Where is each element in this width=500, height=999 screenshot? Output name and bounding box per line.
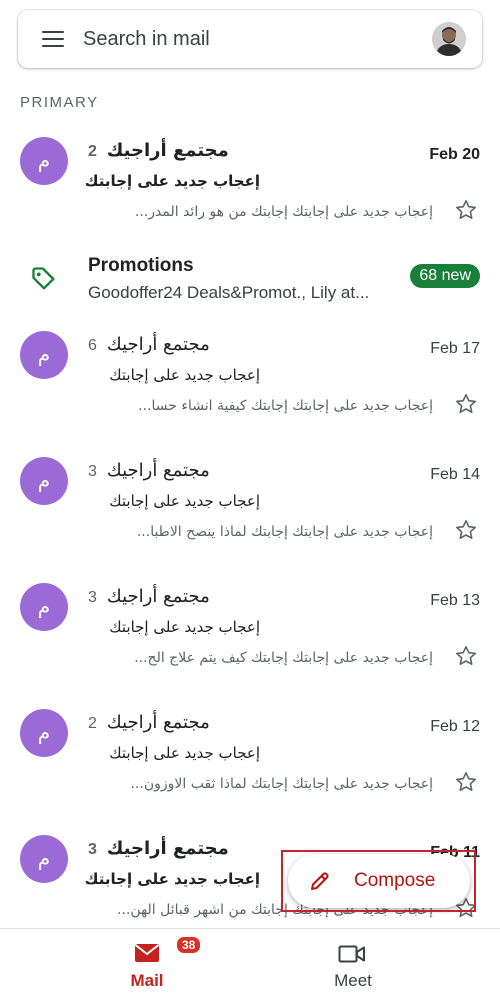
sender-avatar[interactable]: م — [20, 137, 68, 185]
email-snippet: إعجاب جديد على إجابتك إجابتك لماذا ثقب ا… — [130, 776, 433, 792]
star-icon[interactable] — [454, 518, 478, 542]
video-camera-icon — [338, 945, 365, 963]
sender-label: مجتمع أراجيك — [106, 460, 210, 481]
account-avatar[interactable] — [432, 22, 466, 56]
nav-meet-label: Meet — [334, 971, 372, 990]
email-date: Feb 17 — [430, 340, 480, 357]
mail-icon — [134, 944, 160, 962]
search-input[interactable]: Search in mail — [83, 28, 210, 51]
sender-label: مجتمع أراجيك — [106, 838, 229, 859]
star-icon[interactable] — [454, 392, 478, 416]
sender-avatar[interactable]: م — [20, 835, 68, 883]
promotions-title: Promotions — [88, 255, 194, 276]
email-subject: إعجاب جديد على إجابتك — [109, 618, 260, 636]
sender-avatar[interactable]: م — [20, 583, 68, 631]
email-subject: إعجاب جديد على إجابتك — [84, 172, 260, 190]
promotions-senders: Goodoffer24 Deals&Promot., Lily at... — [88, 283, 370, 302]
compose-button[interactable]: Compose — [288, 854, 470, 908]
promotions-new-badge: 68 new — [410, 264, 480, 288]
email-date: Feb 12 — [430, 718, 480, 735]
email-row[interactable]: م 2 مجتمع أراجيك Feb 20 إعجاب جديد على إج… — [0, 128, 500, 253]
sender-avatar[interactable]: م — [20, 331, 68, 379]
sender-name: 6 مجتمع أراجيك — [88, 334, 210, 355]
email-date: Feb 20 — [429, 146, 480, 163]
sender-name: 3 مجتمع أراجيك — [88, 460, 210, 481]
email-date: Feb 13 — [430, 592, 480, 609]
sender-label: مجتمع أراجيك — [106, 140, 229, 161]
email-snippet: إعجاب جديد على إجابتك إجابتك كيف يتم علا… — [134, 650, 433, 666]
email-row[interactable]: م 6 مجتمع أراجيك Feb 17 إعجاب جديد على إج… — [0, 322, 500, 447]
sender-avatar[interactable]: م — [20, 457, 68, 505]
sender-avatar[interactable]: م — [20, 709, 68, 757]
email-snippet: إعجاب جديد على إجابتك إجابتك كيفية انشاء… — [138, 398, 433, 414]
sender-name: 3 مجتمع أراجيك — [88, 838, 229, 859]
sender-name: 2 مجتمع أراجيك — [88, 712, 210, 733]
email-row[interactable]: م 3 مجتمع أراجيك Feb 13 إعجاب جديد على إج… — [0, 574, 500, 699]
pencil-icon — [311, 872, 329, 890]
compose-label: Compose — [354, 870, 436, 891]
search-bar[interactable]: Search in mail — [18, 10, 482, 68]
email-date: Feb 14 — [430, 466, 480, 483]
email-snippet: إعجاب جديد على إجابتك إجابتك من هو رائد … — [134, 204, 433, 220]
email-row[interactable]: م 3 مجتمع أراجيك Feb 14 إعجاب جديد على إج… — [0, 448, 500, 573]
hamburger-menu-icon[interactable] — [42, 31, 64, 47]
email-row[interactable]: م 2 مجتمع أراجيك Feb 12 إعجاب جديد على إج… — [0, 700, 500, 825]
sender-label: مجتمع أراجيك — [106, 712, 210, 733]
thread-count: 3 — [88, 841, 97, 858]
primary-section-label: PRIMARY — [20, 94, 99, 111]
star-icon[interactable] — [454, 770, 478, 794]
star-icon[interactable] — [454, 644, 478, 668]
sender-name: 3 مجتمع أراجيك — [88, 586, 210, 607]
thread-count: 2 — [88, 143, 97, 160]
sender-label: مجتمع أراجيك — [106, 586, 210, 607]
email-subject: إعجاب جديد على إجابتك — [109, 492, 260, 510]
unread-count-badge: 38 — [175, 935, 203, 955]
email-subject: إعجاب جديد على إجابتك — [109, 366, 260, 384]
tag-icon — [32, 267, 55, 290]
bottom-navigation: 38 Mail Meet — [0, 928, 500, 999]
email-snippet: إعجاب جديد على إجابتك إجابتك لماذا ينصح … — [136, 524, 433, 540]
thread-count: 6 — [88, 337, 97, 354]
thread-count: 3 — [88, 589, 97, 606]
nav-meet[interactable]: Meet — [228, 929, 478, 999]
sender-label: مجتمع أراجيك — [106, 334, 210, 355]
thread-count: 3 — [88, 463, 97, 480]
email-subject: إعجاب جديد على إجابتك — [84, 870, 260, 888]
star-icon[interactable] — [454, 198, 478, 222]
thread-count: 2 — [88, 715, 97, 732]
sender-name: 2 مجتمع أراجيك — [88, 140, 229, 161]
email-subject: إعجاب جديد على إجابتك — [109, 744, 260, 762]
